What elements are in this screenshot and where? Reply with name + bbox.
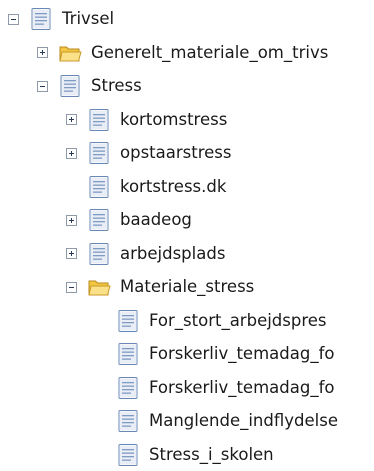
expand-icon[interactable] — [66, 147, 77, 159]
folder-icon — [58, 41, 82, 65]
page-icon — [87, 208, 111, 232]
page-icon — [116, 443, 140, 467]
tree-node[interactable]: Stress — [37, 71, 142, 101]
tree-node[interactable]: kortomstress — [66, 105, 227, 135]
tree-node[interactable]: For_stort_arbejdspres — [116, 306, 327, 336]
tree-node[interactable]: Forskerliv_temadag_fo — [116, 339, 334, 369]
tree-node-label: Forskerliv_temadag_fo — [149, 377, 335, 397]
page-icon — [116, 409, 140, 433]
page-icon — [87, 108, 111, 132]
tree-node-label: Materiale_stress — [120, 277, 255, 296]
tree-node-label: Forskerliv_temadag_fo — [149, 344, 335, 363]
expand-icon[interactable] — [66, 214, 77, 226]
folder-icon — [87, 275, 111, 299]
expand-icon[interactable] — [66, 114, 77, 125]
tree-node-label: baadeog — [120, 210, 192, 229]
tree-node-label: arbejdsplads — [120, 243, 226, 263]
tree-node[interactable]: kortstress.dk — [87, 172, 226, 202]
tree-node-label: opstaarstress — [120, 143, 232, 162]
tree-node[interactable]: Trivsel — [8, 4, 114, 34]
page-icon — [87, 242, 111, 266]
tree-node-label: Generelt_materiale_om_trivs — [91, 42, 329, 62]
tree-node-label: kortomstress — [120, 109, 228, 129]
tree-node-label: Trivsel — [62, 9, 115, 28]
page-icon — [116, 309, 140, 333]
tree-node-label: Stress — [91, 76, 142, 95]
tree-node[interactable]: Materiale_stress — [66, 272, 254, 302]
tree-node[interactable]: Forskerliv_temadag_fo — [116, 373, 334, 403]
collapse-icon[interactable] — [8, 13, 19, 25]
page-icon — [58, 74, 82, 98]
tree-view: Trivsel Generelt_materiale_om_trivs Stress… — [0, 0, 374, 471]
page-icon — [87, 141, 111, 165]
page-icon — [29, 7, 53, 31]
tree-node-label: kortstress.dk — [120, 176, 227, 196]
tree-node[interactable]: opstaarstress — [66, 138, 231, 168]
page-icon — [87, 175, 111, 199]
expand-icon[interactable] — [66, 248, 77, 259]
tree-node[interactable]: arbejdsplads — [66, 239, 225, 269]
tree-node-label: For_stort_arbejdspres — [149, 310, 327, 330]
page-icon — [116, 342, 140, 366]
tree-node[interactable]: baadeog — [66, 205, 192, 235]
tree-node[interactable]: Manglende_indflydelse — [116, 406, 338, 436]
tree-node[interactable]: Generelt_materiale_om_trivs — [37, 38, 328, 68]
tree-node[interactable]: Stress_i_skolen — [116, 440, 274, 470]
tree-node-label: Stress_i_skolen — [149, 444, 274, 464]
expand-icon[interactable] — [37, 47, 48, 58]
page-icon — [116, 376, 140, 400]
collapse-icon[interactable] — [37, 80, 48, 92]
tree-node-label: Manglende_indflydelse — [149, 411, 338, 430]
collapse-icon[interactable] — [66, 281, 77, 293]
